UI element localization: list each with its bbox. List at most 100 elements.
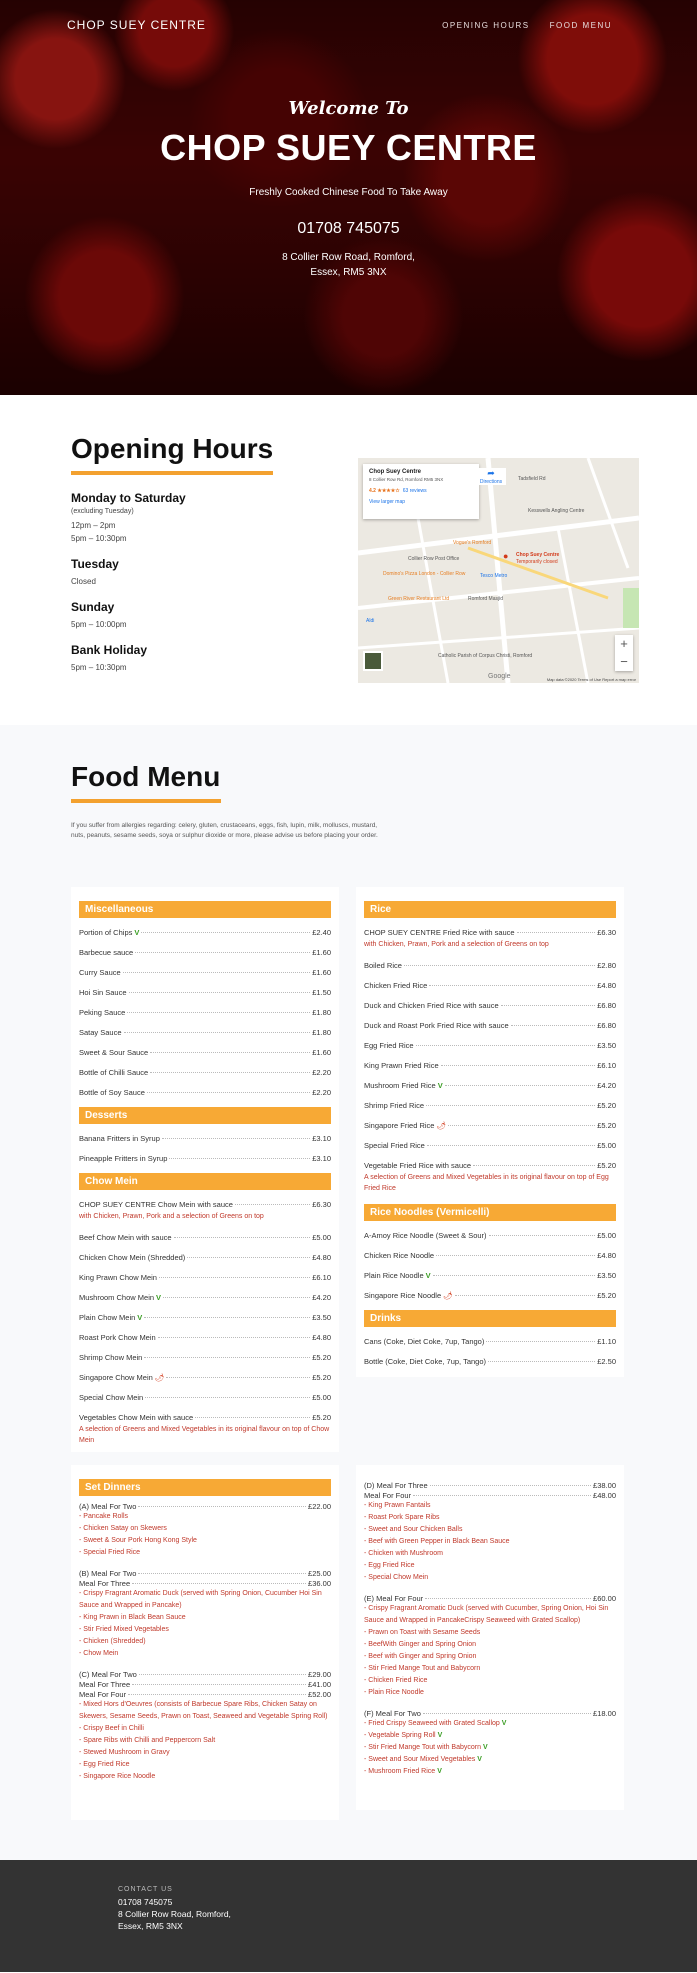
nav-links: OPENING HOURS FOOD MENU xyxy=(442,21,612,30)
set-dinner-c: (C) Meal For Two £29.00 Meal For Three £41.… xyxy=(79,1670,331,1783)
zoom-out-button[interactable]: − xyxy=(615,653,633,671)
dish-name: - Stewed Mushroom in Gravy xyxy=(79,1749,170,1756)
set-dinner-dish: - Stewed Mushroom in Gravy xyxy=(79,1747,331,1759)
item-name: Mushroom Fried Rice xyxy=(364,1081,436,1090)
leader-dots xyxy=(436,1255,596,1256)
leader-dots xyxy=(132,1583,307,1584)
top-nav: CHOP SUEY CENTRE OPENING HOURS FOOD MENU xyxy=(67,18,612,32)
menu-item: Duck and Chicken Fried Rice with sauce £6… xyxy=(364,1001,616,1010)
dish-name: - Prawn on Toast with Sesame Seeds xyxy=(364,1629,481,1636)
nav-food-menu[interactable]: FOOD MENU xyxy=(550,21,612,30)
item-name: (C) Meal For Two xyxy=(79,1670,137,1679)
leader-dots xyxy=(413,1495,592,1496)
item-name: Duck and Chicken Fried Rice with sauce xyxy=(364,1001,499,1010)
dish-name: - Egg Fried Rice xyxy=(79,1761,130,1768)
menu-category-rice_noodles: Rice Noodles (Vermicelli) A-Amoy Rice Noo… xyxy=(364,1204,616,1300)
set-dinner-dish: - Plain Rice Noodle xyxy=(364,1687,616,1699)
item-name: Vegetable Fried Rice xyxy=(364,1161,434,1170)
set-dinner-b: (B) Meal For Two £25.00 Meal For Three £36.… xyxy=(79,1569,331,1660)
item-price: £3.50 xyxy=(597,1271,616,1280)
leader-dots xyxy=(432,1275,596,1276)
vegetarian-icon: V xyxy=(437,1732,443,1739)
menu-item: Cans (Coke, Diet Coke, 7up, Tango) £1.10 xyxy=(364,1337,616,1346)
set-dinner-d: (D) Meal For Three £38.00 Meal For Four £48… xyxy=(364,1481,616,1584)
dish-name: - Singapore Rice Noodle xyxy=(79,1773,156,1780)
item-description: with Chicken, Prawn, Pork and a selectio… xyxy=(364,941,549,948)
map-reviews-link[interactable]: 63 reviews xyxy=(403,488,427,494)
dish-name: - Spare Ribs with Chilli and Peppercorn … xyxy=(79,1737,216,1744)
menu-category-rice: Rice CHOP SUEY CENTRE Fried Rice with sau… xyxy=(364,901,616,1194)
item-name: Peking Sauce xyxy=(79,1008,126,1017)
day-monday-saturday: Monday to Saturday xyxy=(71,491,186,505)
item-name: Singapore Fried Rice xyxy=(364,1121,435,1130)
item-name: Bottle (Coke, Diet Coke, 7up, Tango) xyxy=(364,1357,487,1366)
item-price: £3.10 xyxy=(312,1154,331,1163)
map-satellite-toggle[interactable] xyxy=(363,651,383,671)
menu-item: Singapore Fried Rice 🌶 £5.20 xyxy=(364,1121,616,1130)
menu-card-right: Rice CHOP SUEY CENTRE Fried Rice with sau… xyxy=(356,887,624,1377)
menu-item: King Prawn Chow Mein £6.10 xyxy=(79,1273,331,1282)
item-price: £60.00 xyxy=(593,1594,616,1603)
item-price: £6.10 xyxy=(312,1273,331,1282)
item-name: Banana Fritters in Syrup xyxy=(79,1134,160,1143)
item-name: Beef Chow Mein with sauce xyxy=(79,1233,172,1242)
menu-item: King Prawn Fried Rice £6.10 xyxy=(364,1061,616,1070)
map-marker-status: Temporarily closed xyxy=(516,559,558,565)
hero-phone[interactable]: 01708 745075 xyxy=(0,220,697,238)
leader-dots xyxy=(161,1138,311,1139)
map-label: Tesco Metro xyxy=(480,573,508,579)
leader-dots xyxy=(422,1713,592,1714)
vegetarian-icon: V xyxy=(501,1720,507,1727)
item-price: £5.20 xyxy=(597,1291,616,1300)
item-price: £6.80 xyxy=(597,1001,616,1010)
item-name: Meal For Four xyxy=(79,1690,127,1699)
item-price: £2.80 xyxy=(597,961,616,970)
set-dinner-dish: - BeefWith Ginger and Spring Onion xyxy=(364,1639,616,1651)
set-dinner-dish: - Crispy Fragrant Aromatic Duck (served … xyxy=(79,1588,331,1612)
item-price: £2.20 xyxy=(312,1068,331,1077)
google-map-embed[interactable]: Tadsfield Rd Kesswells Angling Centre Vo… xyxy=(358,458,639,683)
map-label: Romford Masjid xyxy=(468,596,504,602)
item-name: Sweet & Sour Sauce xyxy=(79,1048,149,1057)
item-name: Cans (Coke, Diet Coke, 7up, Tango) xyxy=(364,1337,485,1346)
item-name: Shrimp Chow Mein xyxy=(79,1353,143,1362)
map-attribution[interactable]: Map data ©2020 Terms of Use Report a map… xyxy=(547,677,636,682)
dish-name: - Stir Fried Mixed Vegetables xyxy=(79,1626,169,1633)
leader-dots xyxy=(516,932,596,933)
item-name: Plain Chow Mein xyxy=(79,1313,136,1322)
time-slot: 5pm – 10:30pm xyxy=(71,534,127,543)
hero-address-line2: Essex, RM5 3NX xyxy=(310,267,387,278)
item-price: £48.00 xyxy=(593,1491,616,1500)
set-dinner-dish: - Prawn on Toast with Sesame Seeds xyxy=(364,1627,616,1639)
footer-phone[interactable]: 01708 745075 xyxy=(118,1897,231,1907)
leader-dots xyxy=(447,1125,596,1126)
map-directions-button[interactable]: ➦ Directions xyxy=(476,468,506,485)
zoom-in-button[interactable]: + xyxy=(615,635,633,653)
dish-name: - Chicken Fried Rice xyxy=(364,1677,428,1684)
map-marker-icon[interactable]: ● xyxy=(503,551,508,561)
item-price: £18.00 xyxy=(593,1709,616,1718)
item-name: CHOP SUEY CENTRE Fried Rice with sauce xyxy=(364,928,515,937)
item-name: A-Amoy Rice Noodle (Sweet & Sour) xyxy=(364,1231,487,1240)
leader-dots xyxy=(144,1317,311,1318)
leader-dots xyxy=(426,1145,596,1146)
set-dinner-dish: - King Prawn Fantails xyxy=(364,1500,616,1512)
item-name: Boiled Rice xyxy=(364,961,402,970)
leader-dots xyxy=(138,1573,307,1574)
leader-dots xyxy=(425,1598,592,1599)
set-dinner-dish: - Vegetable Spring Roll V xyxy=(364,1730,616,1742)
item-price: £25.00 xyxy=(308,1569,331,1578)
nav-opening-hours[interactable]: OPENING HOURS xyxy=(442,21,530,30)
leader-dots xyxy=(135,952,311,953)
menu-item: Boiled Rice £2.80 xyxy=(364,961,616,970)
menu-item: Meal For Three £41.00 xyxy=(79,1680,331,1689)
leader-dots xyxy=(138,1674,307,1675)
leader-dots xyxy=(173,1237,311,1238)
allergy-notice: If you suffer from allergies regarding: … xyxy=(71,822,378,839)
item-name: Duck and Roast Pork Fried Rice with sauc… xyxy=(364,1021,509,1030)
leader-dots xyxy=(234,1204,311,1205)
menu-item: Vegetables Chow Mein with sauce £5.20 xyxy=(79,1413,331,1422)
map-larger-link[interactable]: View larger map xyxy=(369,499,473,505)
brand-logo[interactable]: CHOP SUEY CENTRE xyxy=(67,18,206,32)
item-price: £1.80 xyxy=(312,1008,331,1017)
